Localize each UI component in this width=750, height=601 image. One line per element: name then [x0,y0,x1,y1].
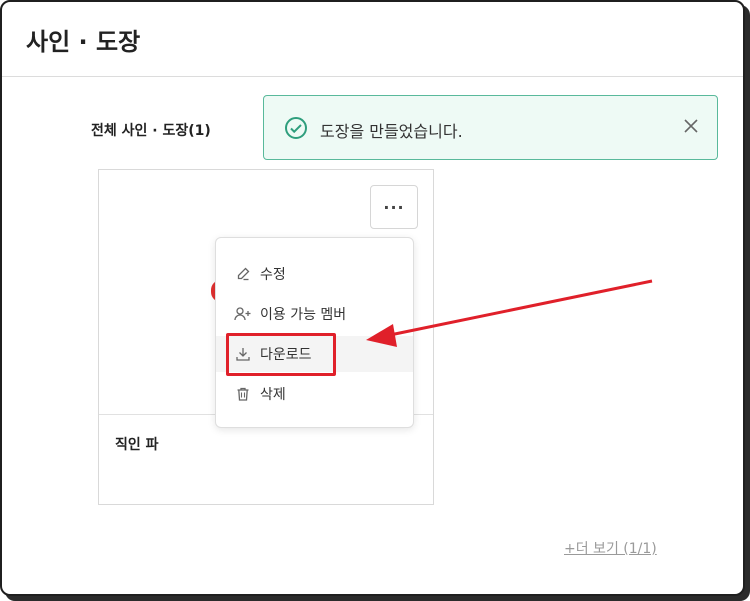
menu-item-label: 다운로드 [260,347,312,363]
download-icon [234,345,252,363]
check-circle-icon [284,116,308,140]
page-header: 사인 · 도장 [2,2,743,77]
app-window: 사인 · 도장 전체 사인 · 도장(1) 직인 파 ··· 수정 이용 가능 … [0,0,745,596]
trash-icon [234,385,252,403]
menu-item-delete[interactable]: 삭제 [216,376,413,412]
page-title: 사인 · 도장 [26,28,141,56]
menu-item-download[interactable]: 다운로드 [216,336,413,372]
load-more-link[interactable]: +더 보기 (1/1) [564,538,657,558]
more-options-button[interactable]: ··· [370,185,418,229]
menu-item-label: 삭제 [260,387,286,403]
stamp-name: 직인 파 [115,437,159,453]
menu-item-label: 이용 가능 멤버 [260,307,347,323]
toast-message: 도장을 만들었습니다. [320,122,463,141]
menu-item-edit[interactable]: 수정 [216,256,413,292]
section-title: 전체 사인 · 도장(1) [91,123,211,139]
add-user-icon [234,305,252,323]
close-icon[interactable] [680,115,702,137]
menu-item-members[interactable]: 이용 가능 멤버 [216,296,413,332]
success-toast: 도장을 만들었습니다. [263,95,718,160]
menu-item-label: 수정 [260,267,286,283]
context-menu: 수정 이용 가능 멤버 다운로드 삭제 [215,237,414,428]
edit-icon [234,265,252,283]
